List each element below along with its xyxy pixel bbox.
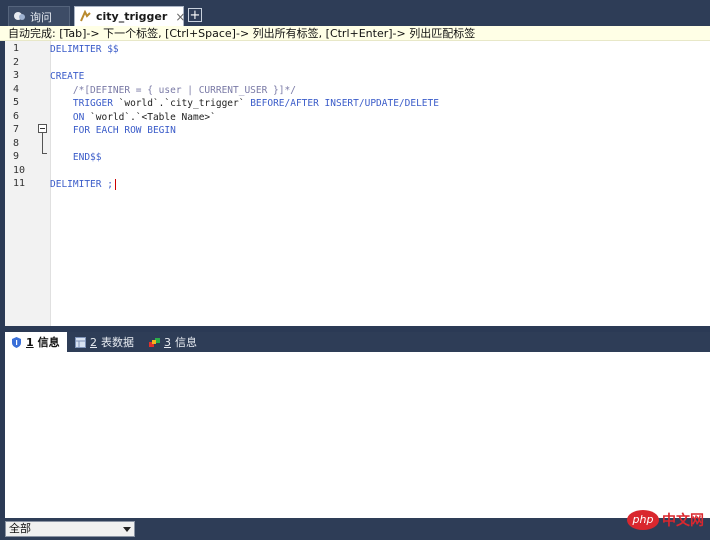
code-line-1: DELIMITER $$ xyxy=(50,44,119,55)
line-number: 6 xyxy=(13,111,20,122)
close-icon[interactable]: × xyxy=(175,10,185,24)
info-icon xyxy=(149,337,160,348)
fold-end xyxy=(42,153,47,154)
tab-table-data-label: 表数据 xyxy=(101,336,134,349)
result-tab-bar: 1 信息 2 表数据 3 信息 xyxy=(5,332,710,352)
code-line-6: ON `world`.`<Table Name>` xyxy=(50,111,700,124)
line-number: 9 xyxy=(13,151,20,162)
watermark: php 中文网 xyxy=(627,510,704,530)
watermark-text: 中文网 xyxy=(662,513,704,529)
tab-query-label: 询问 xyxy=(30,10,52,24)
editor-tab-bar: 询问 city_trigger × + xyxy=(0,0,710,26)
line-number: 4 xyxy=(13,84,20,95)
tab-number: 3 xyxy=(164,335,171,349)
code-token: DELIMITER ; xyxy=(50,179,113,190)
tab-info-1[interactable]: 1 信息 xyxy=(5,332,67,352)
watermark-badge: php xyxy=(627,510,659,530)
line-number: 3 xyxy=(13,70,20,81)
trigger-icon xyxy=(79,9,92,23)
table-data-icon xyxy=(75,336,86,348)
tab-query[interactable]: 询问 xyxy=(8,6,70,26)
filter-select[interactable]: 全部 xyxy=(5,521,135,537)
code-token: BEFORE/AFTER INSERT/UPDATE/DELETE xyxy=(244,98,439,109)
add-tab-button[interactable]: + xyxy=(188,8,202,22)
code-token: `world`.`city_trigger` xyxy=(118,98,245,109)
tab-info-3-label: 信息 xyxy=(175,336,197,349)
fold-toggle-icon[interactable] xyxy=(38,124,47,133)
line-number-gutter: 1 2 3 4 5 6 7 8 9 10 11 xyxy=(5,41,51,326)
chevron-down-icon xyxy=(123,527,131,532)
info-icon xyxy=(11,336,22,348)
tab-table-data[interactable]: 2 表数据 xyxy=(69,332,141,352)
line-number: 11 xyxy=(13,178,26,189)
code-line-5: TRIGGER `world`.`city_trigger` BEFORE/AF… xyxy=(50,97,700,110)
tab-number: 2 xyxy=(90,335,97,349)
tab-info-1-label: 信息 xyxy=(37,336,60,349)
text-cursor xyxy=(114,179,116,190)
line-number: 10 xyxy=(13,165,26,176)
line-number: 8 xyxy=(13,138,20,149)
tab-city-trigger[interactable]: city_trigger × xyxy=(74,6,185,26)
result-output-panel xyxy=(5,352,710,518)
code-line-9: END$$ xyxy=(50,152,102,163)
line-number: 2 xyxy=(13,57,20,68)
code-token: ON xyxy=(50,112,91,123)
code-token: `world`.`<Table Name>` xyxy=(90,112,216,123)
query-icon xyxy=(13,10,26,23)
filter-select-value: 全部 xyxy=(9,522,31,535)
fold-line xyxy=(42,133,43,153)
code-line-3: CREATE xyxy=(50,71,85,82)
code-line-11: DELIMITER ; xyxy=(50,178,700,191)
code-line-4: /*[DEFINER = { user | CURRENT_USER }]*/ xyxy=(50,85,296,96)
line-number: 7 xyxy=(13,124,20,135)
sql-editor[interactable]: 1 2 3 4 5 6 7 8 9 10 11 DELIMITER $$ CRE… xyxy=(5,41,710,326)
autocomplete-hint: 自动完成: [Tab]-> 下一个标签, [Ctrl+Space]-> 列出所有… xyxy=(0,26,710,41)
tab-number: 1 xyxy=(26,335,34,349)
line-number: 5 xyxy=(13,97,20,108)
tab-info-3[interactable]: 3 信息 xyxy=(143,332,205,352)
code-token: TRIGGER xyxy=(50,98,119,109)
code-line-7: FOR EACH ROW BEGIN xyxy=(50,125,176,136)
tab-city-trigger-label: city_trigger xyxy=(96,10,168,23)
line-number: 1 xyxy=(13,43,20,54)
